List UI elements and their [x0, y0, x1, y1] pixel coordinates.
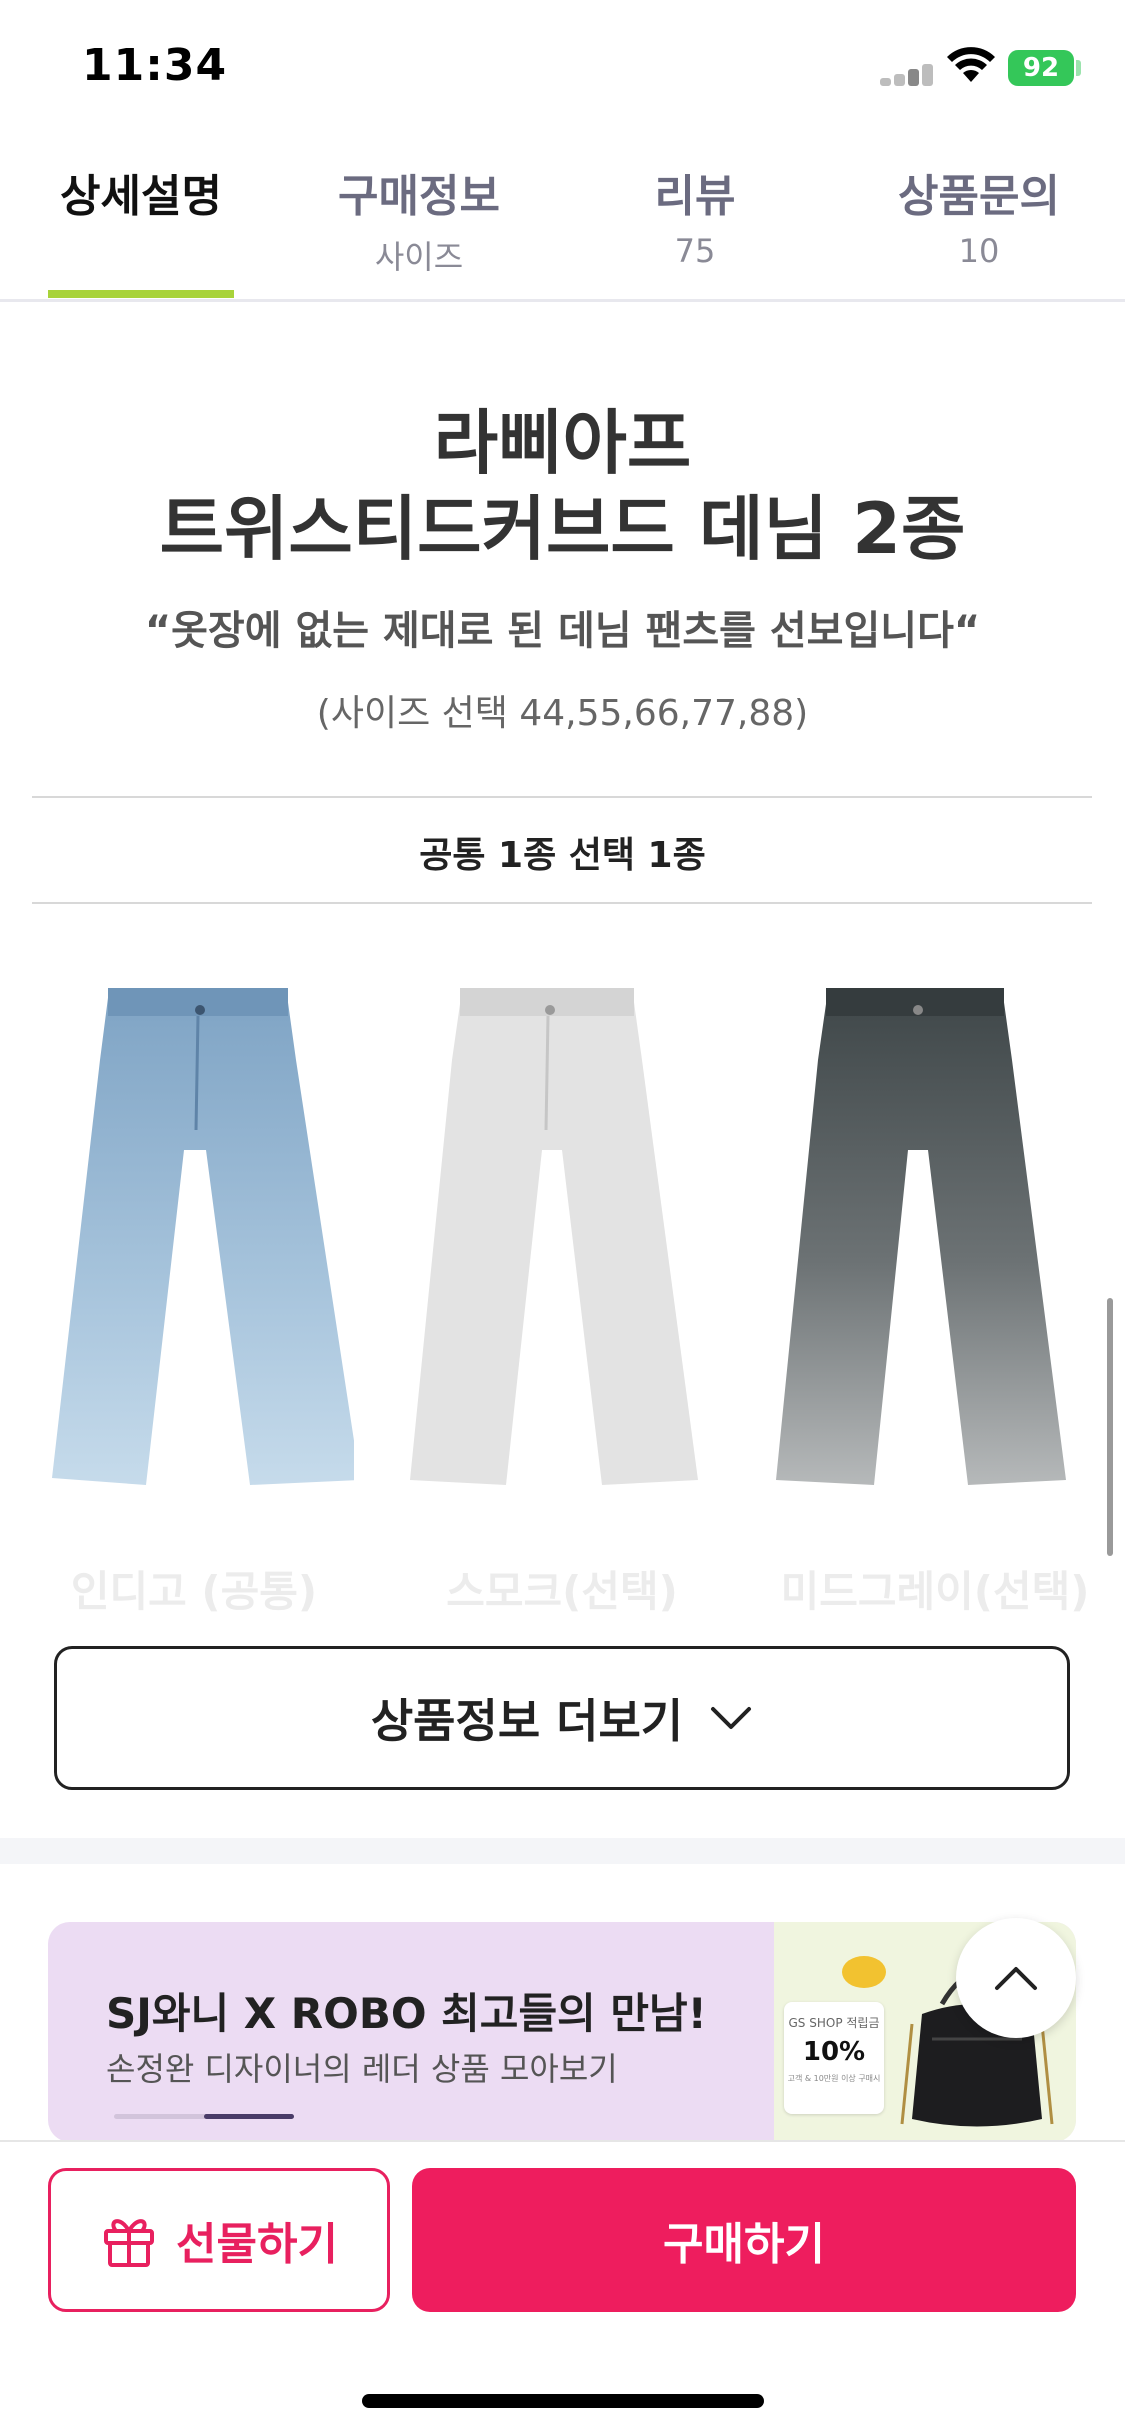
- color-label-indigo: 인디고 (공통): [70, 1567, 318, 1616]
- banner-subtitle: 손정완 디자이너의 레더 상품 모아보기: [106, 2050, 618, 2088]
- product-headline: 라삐아프 트위스티드커브드 데님 2종: [0, 400, 1125, 572]
- scroll-to-top-button[interactable]: [956, 1918, 1076, 2038]
- tab-label: 상세설명: [60, 171, 222, 222]
- tab-label: 상품문의: [898, 171, 1060, 222]
- option-note: 공통 1종 선택 1종: [419, 835, 706, 876]
- product-brand: 라삐아프: [433, 402, 692, 484]
- more-product-info-button[interactable]: 상품정보 더보기: [54, 1646, 1070, 1790]
- mid-gray-jeans-image: [776, 988, 1066, 1485]
- buy-button[interactable]: 구매하기: [412, 2168, 1076, 2312]
- tab-indicator: [48, 290, 234, 298]
- tab-purchase-info[interactable]: 구매정보 사이즈: [326, 160, 512, 290]
- divider: [32, 902, 1092, 904]
- promo-banner[interactable]: SJ와니 X ROBO 최고들의 만남! 손정완 디자이너의 레더 상품 모아보…: [48, 1922, 1076, 2142]
- chevron-down-icon: [711, 1707, 752, 1729]
- chevron-up-icon: [995, 1967, 1037, 1990]
- color-label-mid-gray: 미드그레이(선택): [780, 1567, 1090, 1616]
- status-time: 11:34: [82, 40, 228, 91]
- wifi-icon: [947, 47, 995, 82]
- tab-details[interactable]: 상세설명: [48, 160, 234, 290]
- banner-pagination: [114, 2114, 294, 2119]
- gift-button-label: 선물하기: [176, 2219, 338, 2270]
- signal-icon: [880, 64, 934, 86]
- gift-button[interactable]: 선물하기: [48, 2168, 390, 2312]
- detail-tabs: 상세설명 구매정보 사이즈 리뷰 75 상품문의 10: [0, 140, 1125, 302]
- divider: [32, 796, 1092, 798]
- more-button-label: 상품정보 더보기: [370, 1694, 684, 1748]
- indigo-jeans-image: [52, 988, 354, 1485]
- tab-label: 구매정보: [338, 171, 500, 222]
- size-options: (사이즈 선택 44,55,66,77,88): [316, 693, 809, 734]
- review-count: 75: [674, 232, 716, 270]
- color-label-smoke: 스모크(선택): [446, 1567, 678, 1616]
- battery-cap: [1076, 60, 1081, 76]
- buy-button-label: 구매하기: [663, 2219, 825, 2270]
- section-gap: [0, 1838, 1125, 1864]
- banner-pagination-fill: [204, 2114, 294, 2119]
- gift-icon: [104, 2219, 155, 2267]
- qna-count: 10: [958, 232, 1000, 270]
- tab-label: 리뷰: [654, 171, 736, 222]
- smoke-jeans-image: [410, 988, 698, 1485]
- tab-reviews[interactable]: 리뷰 75: [630, 160, 760, 290]
- gs-reward-card: GS SHOP 적립금 10% 고객 & 10만원 이상 구매시: [784, 2002, 884, 2114]
- scrollbar[interactable]: [1107, 1298, 1113, 1556]
- tab-sub: 사이즈: [374, 238, 464, 276]
- battery-icon: 92: [1008, 50, 1074, 86]
- tab-qna[interactable]: 상품문의 10: [886, 160, 1072, 290]
- home-indicator: [362, 2394, 764, 2408]
- gs-reward-title: GS SHOP 적립금: [788, 2016, 880, 2030]
- status-bar: 11:34 92: [0, 0, 1125, 140]
- gs-reward-percent: 10%: [802, 2037, 866, 2067]
- gs-reward-note: 고객 & 10만원 이상 구매시: [787, 2074, 881, 2083]
- product-name: 트위스티드커브드 데님 2종: [159, 488, 966, 570]
- banner-title: SJ와니 X ROBO 최고들의 만남!: [106, 1989, 707, 2038]
- product-tagline: “옷장에 없는 제대로 된 데님 팬츠를 선보입니다“: [144, 608, 981, 654]
- bottom-action-bar: 선물하기 구매하기: [0, 2140, 1125, 2436]
